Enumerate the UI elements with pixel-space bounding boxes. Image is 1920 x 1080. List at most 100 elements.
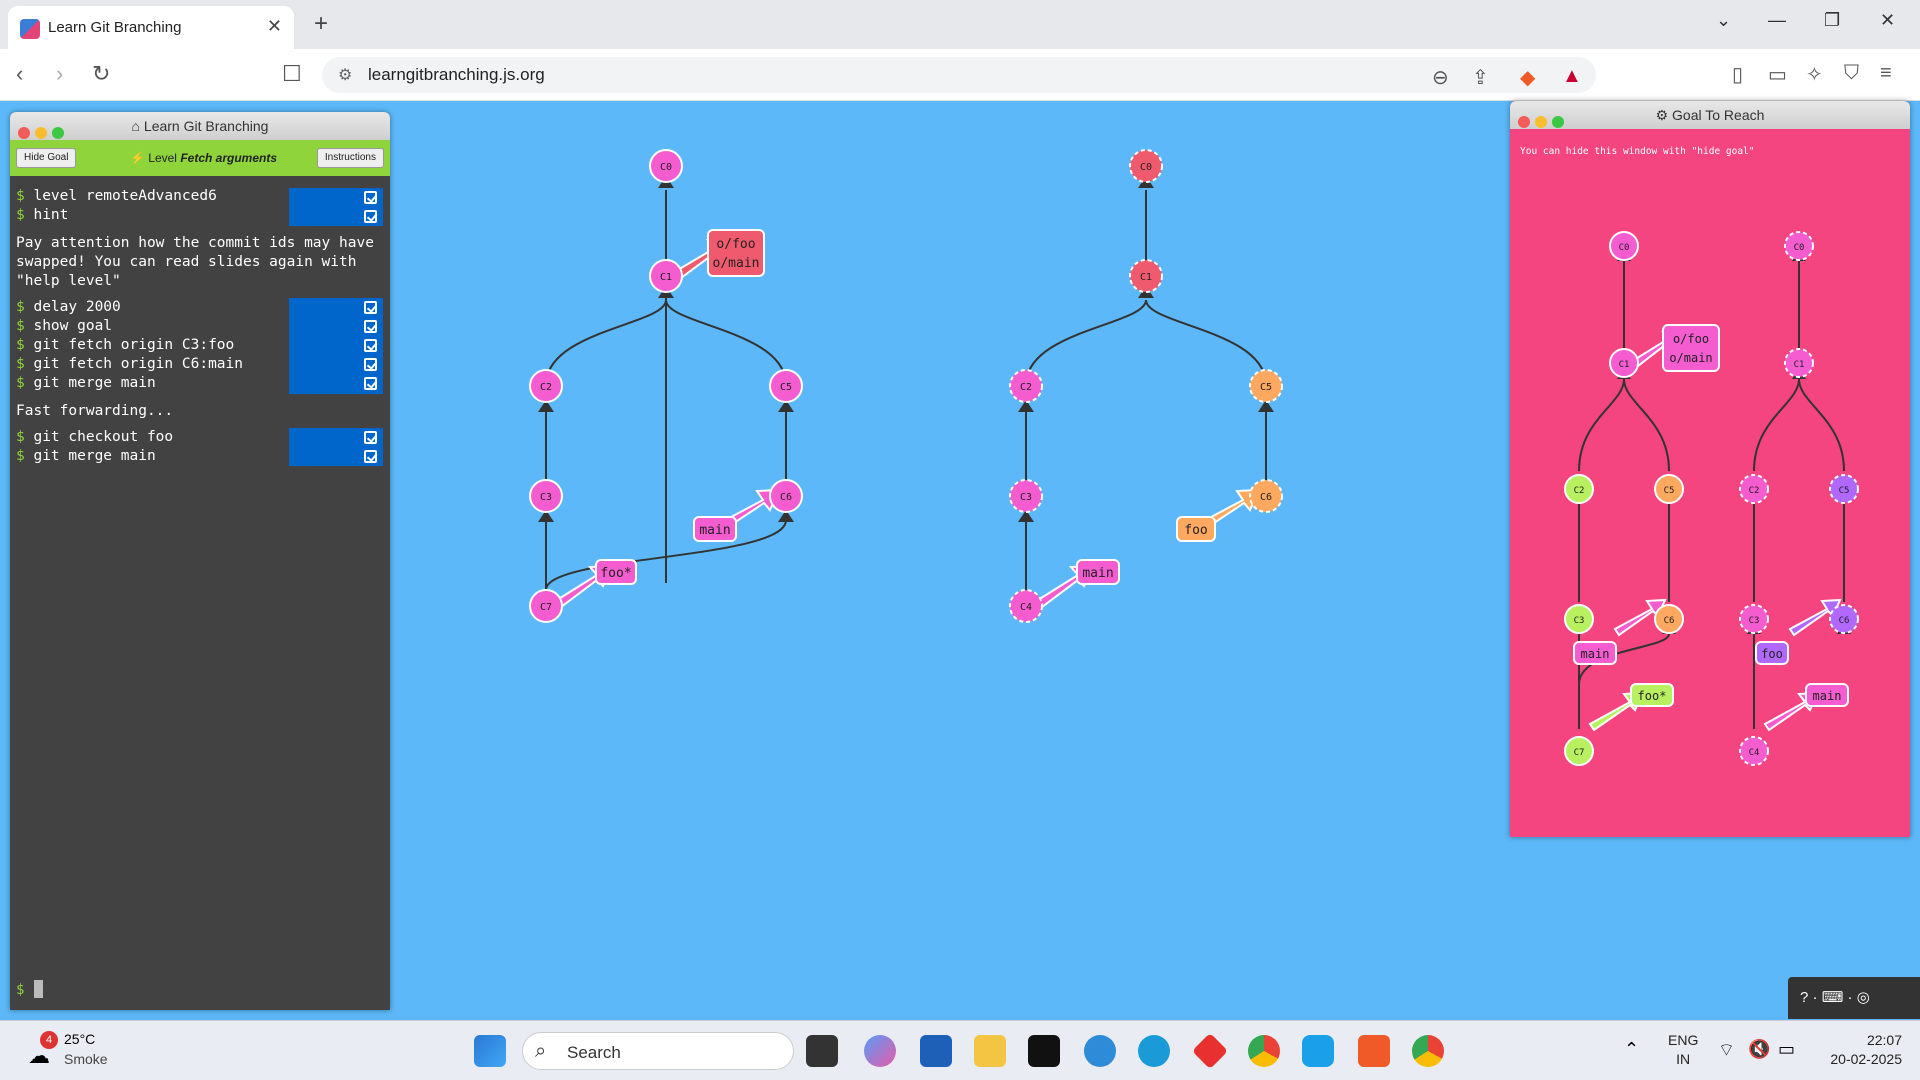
terminal-titlebar: ⌂ Learn Git Branching — [10, 112, 390, 140]
check-icon — [364, 339, 377, 352]
close-dot-icon[interactable] — [1518, 116, 1530, 128]
taskbar: ☁ 4 25°C Smoke ⌕ Search ⌃ ENG IN ⌔ 🔇 ▭ 2… — [0, 1020, 1920, 1080]
local-c3-label: C3 — [540, 492, 552, 503]
remote-c4-label: C4 — [1020, 602, 1032, 613]
copilot-icon[interactable] — [864, 1035, 896, 1067]
goal-remote-c4-label: C4 — [1749, 748, 1760, 758]
close-dot-icon[interactable] — [18, 127, 30, 139]
battery-icon[interactable]: ▭ — [1778, 1039, 1795, 1060]
check-icon — [364, 191, 377, 204]
maximize-dot-icon[interactable] — [1552, 116, 1564, 128]
start-icon[interactable] — [474, 1035, 506, 1067]
minimize-dot-icon[interactable] — [35, 127, 47, 139]
check-bar-3 — [289, 428, 383, 466]
remote-branch-main: main — [1082, 566, 1113, 581]
goal-remote-branch-foo: foo — [1761, 647, 1783, 661]
goal-remote-c3-label: C3 — [1749, 616, 1760, 626]
edge-icon[interactable] — [1138, 1035, 1170, 1067]
hide-goal-button[interactable]: Hide Goal — [16, 148, 77, 168]
goal-local-c5-label: C5 — [1664, 486, 1675, 496]
goal-titlebar: ⚙ Goal To Reach — [1510, 101, 1910, 129]
remote-branch-foo: foo — [1184, 523, 1207, 538]
search-icon: ⌕ — [535, 1040, 547, 1062]
check-icon — [364, 301, 377, 314]
remote-c1-label: C1 — [1140, 272, 1152, 283]
app-icon[interactable] — [1084, 1035, 1116, 1067]
goal-local-c2-label: C2 — [1574, 486, 1585, 496]
check-icon — [364, 210, 377, 223]
command-line: $ git checkout foo — [16, 429, 174, 445]
skype-icon[interactable] — [1302, 1035, 1334, 1067]
goal-local-c0-label: C0 — [1619, 243, 1630, 253]
goal-local-c7-label: C7 — [1574, 748, 1585, 758]
check-icon — [364, 377, 377, 390]
help-widget[interactable]: ? · ⌨ · ◎ — [1788, 977, 1920, 1019]
task-view-icon[interactable] — [806, 1035, 838, 1067]
check-bar-1 — [289, 188, 383, 226]
local-branch-o-foo: o/foo — [716, 237, 755, 252]
brave-icon[interactable] — [1358, 1035, 1390, 1067]
instructions-button[interactable]: Instructions — [316, 148, 384, 168]
goal-window: ⚙ Goal To Reach You can hide this window… — [1510, 101, 1910, 837]
command-prompt: $ — [16, 982, 25, 998]
command-line: $ hint — [16, 207, 69, 223]
goal-remote-branch-main: main — [1813, 689, 1842, 703]
taskbar-search[interactable]: ⌕ Search — [522, 1032, 794, 1070]
keyboard-icon[interactable]: ⌨ — [1822, 989, 1844, 1006]
local-c6-label: C6 — [780, 492, 792, 503]
minimize-dot-icon[interactable] — [1535, 116, 1547, 128]
lang-top: ENG — [1668, 1032, 1699, 1048]
goal-remote-c6-label: C6 — [1839, 616, 1850, 626]
command-line: $ level remoteAdvanced6 — [16, 188, 217, 204]
gear-icon: ⚙ — [1655, 107, 1673, 123]
goal-branch-o-foo: o/foo — [1673, 332, 1709, 346]
lang-bottom: IN — [1676, 1051, 1691, 1067]
weather-desc: Smoke — [64, 1051, 108, 1067]
check-icon — [364, 320, 377, 333]
search-placeholder: Search — [567, 1043, 621, 1062]
command-line: $ git merge main — [16, 375, 156, 391]
command-line: $ show goal — [16, 318, 113, 334]
goal-remote-c0-label: C0 — [1794, 243, 1805, 253]
language-icon[interactable]: ◎ — [1857, 989, 1870, 1006]
command-line: $ git fetch origin C3:foo — [16, 337, 235, 353]
help-icon[interactable]: ? — [1800, 989, 1808, 1006]
remote-c0-label: C0 — [1140, 162, 1152, 173]
system-clock[interactable]: 22:07 20-02-2025 — [1830, 1031, 1902, 1069]
local-c7-label: C7 — [540, 602, 552, 613]
chrome-profile-icon[interactable] — [1412, 1035, 1444, 1067]
command-input[interactable] — [34, 980, 43, 998]
weather-badge: 4 — [40, 1031, 58, 1049]
local-branch-foo: foo* — [600, 566, 631, 581]
goal-title: Goal To Reach — [1672, 107, 1765, 123]
level-toolbar: Hide Goal ⚡ Level Fetch arguments Instru… — [10, 140, 390, 176]
local-c0-label: C0 — [660, 162, 672, 173]
language-indicator[interactable]: ENG IN — [1668, 1031, 1698, 1069]
remote-c3-label: C3 — [1020, 492, 1032, 503]
wifi-icon[interactable]: ⌔ — [1718, 1039, 1735, 1062]
goal-local-c3-label: C3 — [1574, 616, 1585, 626]
goal-remote-c2-label: C2 — [1749, 486, 1760, 496]
mute-icon[interactable]: 🔇 — [1748, 1039, 1770, 1060]
git-icon[interactable] — [1191, 1032, 1229, 1070]
command-line: $ git merge main — [16, 448, 156, 464]
tray-chevron-icon[interactable]: ⌃ — [1624, 1039, 1639, 1060]
terminal-title: Learn Git Branching — [143, 118, 269, 134]
goal-visualization: C0 C1 C2 C5 C3 C6 C7 C0 C1 C2 C5 C3 C6 C… — [1564, 231, 1859, 766]
fast-forward-message: Fast forwarding... — [16, 403, 174, 419]
store-icon[interactable] — [920, 1035, 952, 1067]
maximize-dot-icon[interactable] — [52, 127, 64, 139]
file-explorer-icon[interactable] — [974, 1035, 1006, 1067]
check-bar-2 — [289, 298, 383, 394]
goal-branch-o-main: o/main — [1669, 351, 1712, 365]
intellij-icon[interactable] — [1028, 1035, 1060, 1067]
local-c2-label: C2 — [540, 382, 552, 393]
clock-time: 22:07 — [1866, 1032, 1902, 1048]
command-line: $ delay 2000 — [16, 299, 121, 315]
local-branch-o-main: o/main — [713, 256, 760, 271]
goal-branch-main: main — [1581, 647, 1610, 661]
weather-temp: 25°C — [64, 1031, 96, 1047]
check-icon — [364, 450, 377, 463]
chrome-icon[interactable] — [1248, 1035, 1280, 1067]
goal-remote-c5-label: C5 — [1839, 486, 1850, 496]
